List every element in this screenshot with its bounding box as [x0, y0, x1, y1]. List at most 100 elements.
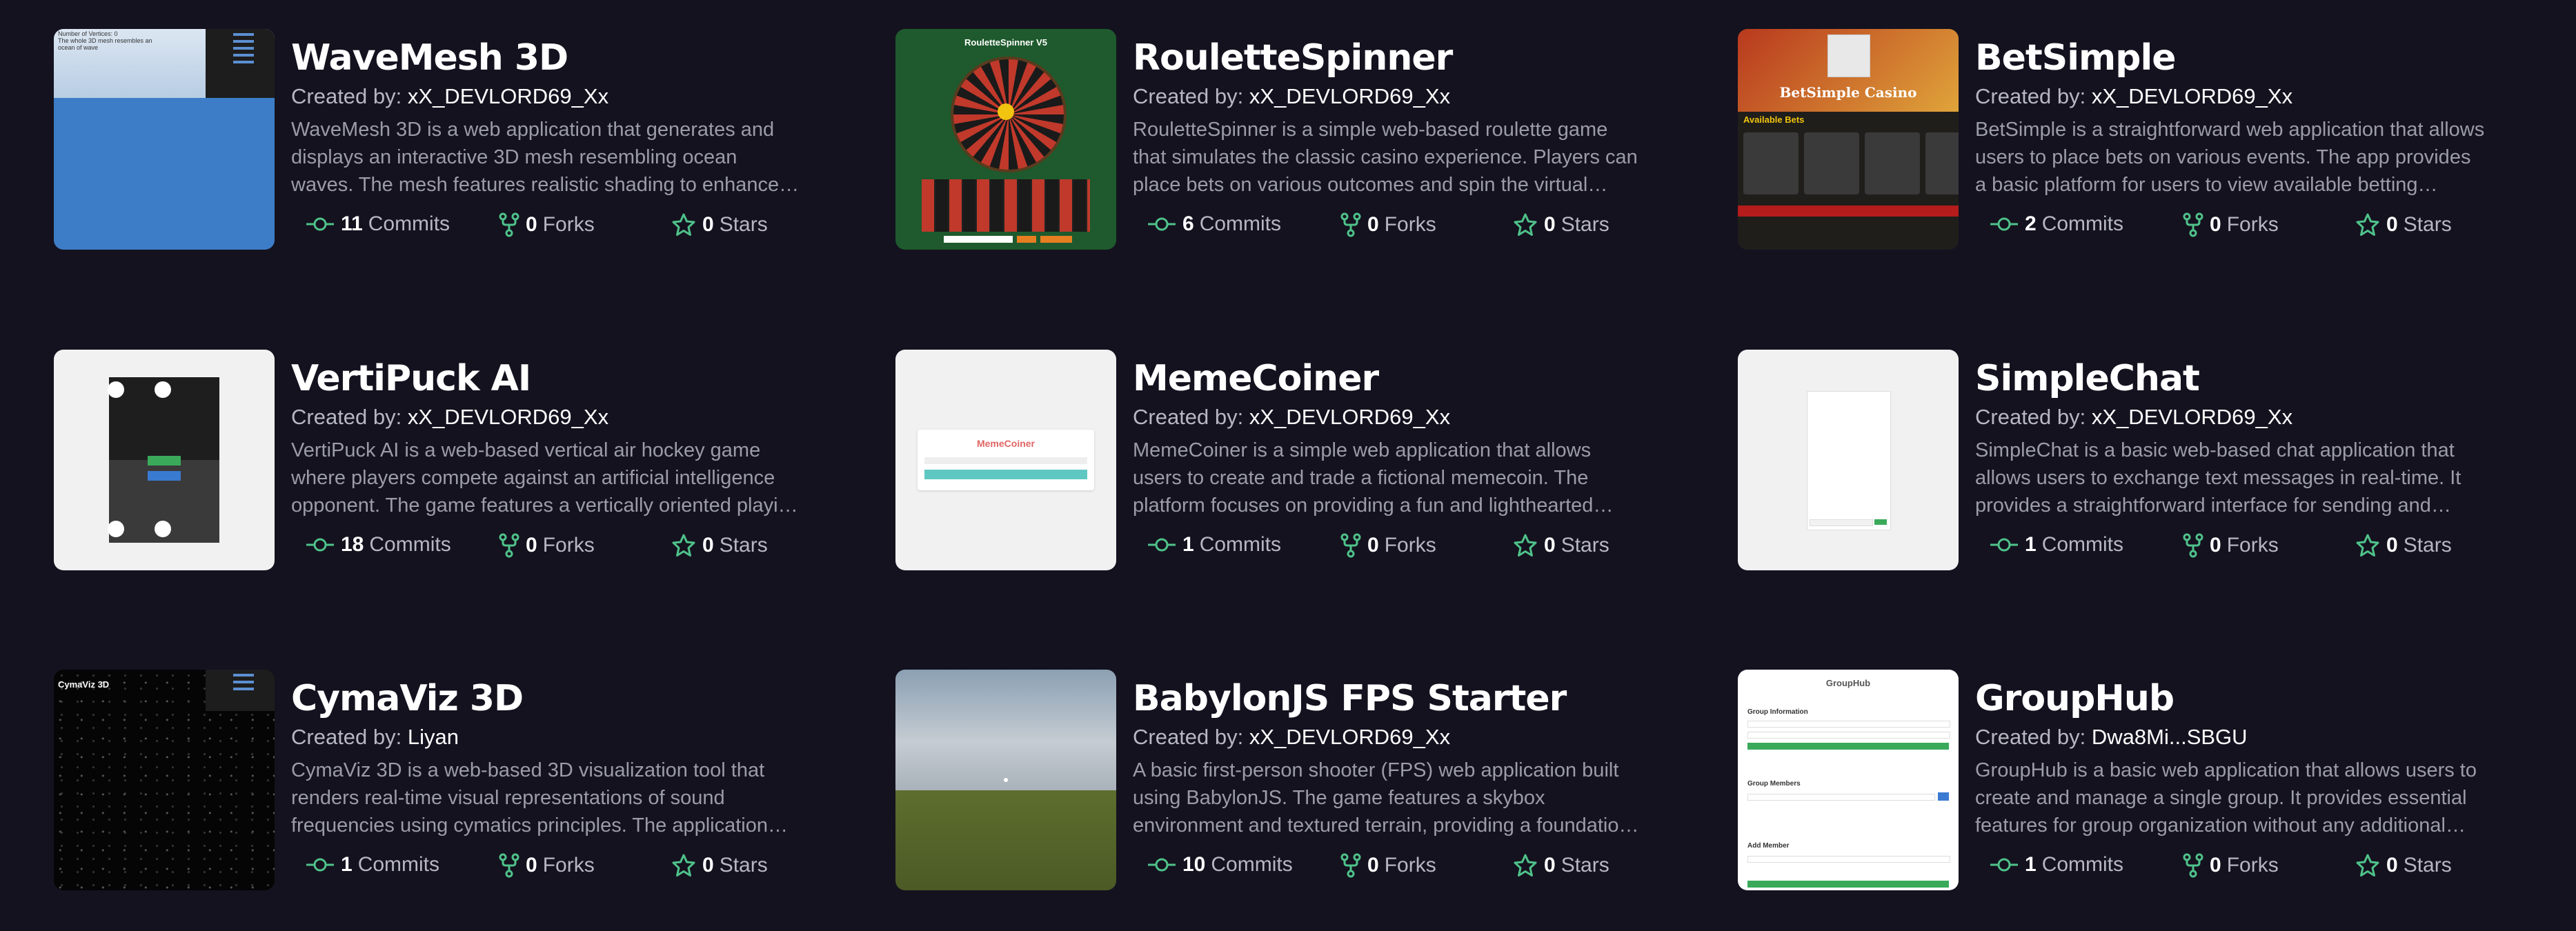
commit-icon — [1148, 858, 1176, 872]
project-card[interactable]: MemeCoiner MemeCoiner Created by: xX_DEV… — [895, 350, 1689, 572]
stars-stat[interactable]: 0 Stars — [671, 212, 768, 237]
roulette-board — [922, 179, 1090, 232]
project-thumbnail[interactable] — [895, 670, 1116, 890]
forks-count: 0 — [1367, 213, 1379, 236]
creator-name[interactable]: xX_DEVLORD69_Xx — [2092, 405, 2292, 429]
project-thumbnail[interactable]: MemeCoiner — [895, 350, 1116, 570]
project-creator: Created by: Liyan — [291, 723, 843, 751]
commits-count: 10 — [1182, 853, 1206, 876]
thumbnail-alert-bar — [1738, 206, 1959, 217]
project-title[interactable]: BetSimple — [1975, 36, 2527, 80]
commits-stat[interactable]: 18 Commits — [305, 533, 451, 557]
forks-stat[interactable]: 0 Forks — [2182, 212, 2279, 237]
stars-label: Stars — [2403, 213, 2452, 236]
project-description: SimpleChat is a basic web-based chat app… — [1975, 439, 2461, 517]
stars-stat[interactable]: 0 Stars — [2355, 853, 2452, 878]
stars-count: 0 — [1544, 213, 1556, 236]
commits-stat[interactable]: 1 Commits — [1147, 533, 1281, 557]
created-by-label: Created by: — [291, 725, 402, 749]
project-card[interactable]: BetSimple Casino Available Bets BetSimpl… — [1738, 29, 2531, 251]
project-thumbnail[interactable]: CymaViz 3D — [54, 670, 275, 890]
project-card[interactable]: SimpleChat Created by: xX_DEVLORD69_Xx S… — [1738, 350, 2531, 572]
stars-stat[interactable]: 0 Stars — [671, 533, 768, 558]
creator-name[interactable]: Liyan — [408, 725, 459, 749]
created-by-label: Created by: — [1133, 725, 1244, 749]
creator-name[interactable]: xX_DEVLORD69_Xx — [408, 84, 608, 108]
thumbnail-button — [1747, 743, 1949, 750]
project-title[interactable]: GroupHub — [1975, 677, 2527, 721]
project-card[interactable]: RouletteSpinner V5 RouletteSpinner Creat… — [895, 29, 1689, 251]
forks-stat[interactable]: 0 Forks — [1340, 533, 1436, 558]
project-description: WaveMesh 3D is a web application that ge… — [291, 119, 780, 196]
thumbnail-control-panel — [206, 29, 275, 98]
forks-label: Forks — [542, 213, 595, 236]
commits-label: Commits — [368, 212, 450, 235]
forks-count: 0 — [1367, 534, 1379, 557]
commits-label: Commits — [1199, 212, 1282, 235]
project-thumbnail[interactable]: RouletteSpinner V5 — [895, 29, 1116, 250]
project-title[interactable]: CymaViz 3D — [291, 677, 843, 721]
creator-name[interactable]: xX_DEVLORD69_Xx — [1249, 725, 1450, 749]
stars-stat[interactable]: 0 Stars — [1512, 853, 1609, 878]
stars-stat[interactable]: 0 Stars — [1512, 212, 1609, 237]
forks-stat[interactable]: 0 Forks — [1340, 212, 1436, 237]
project-card[interactable]: Number of Vertices: 0 The whole 3D mesh … — [54, 29, 847, 251]
commits-stat[interactable]: 1 Commits — [305, 853, 439, 877]
forks-stat[interactable]: 0 Forks — [1340, 853, 1436, 878]
project-thumbnail[interactable]: Number of Vertices: 0 The whole 3D mesh … — [54, 29, 275, 250]
project-title[interactable]: MemeCoiner — [1133, 357, 1685, 401]
commits-stat[interactable]: 11 Commits — [305, 212, 450, 236]
thumbnail-input — [924, 457, 1087, 464]
forks-stat[interactable]: 0 Forks — [498, 533, 595, 558]
star-icon — [2356, 213, 2379, 236]
project-card[interactable]: CymaViz 3D CymaViz 3D Created by: Liyan … — [54, 670, 847, 892]
project-grid: Number of Vertices: 0 The whole 3D mesh … — [0, 0, 2576, 931]
project-thumbnail[interactable]: GroupHub Group Information Group Members… — [1738, 670, 1959, 890]
stars-count: 0 — [702, 213, 714, 236]
creator-name[interactable]: xX_DEVLORD69_Xx — [408, 405, 608, 429]
project-info: VertiPuck AI Created by: xX_DEVLORD69_Xx… — [291, 350, 843, 519]
stars-stat[interactable]: 0 Stars — [2355, 533, 2452, 558]
project-title[interactable]: WaveMesh 3D — [291, 36, 843, 80]
project-thumbnail[interactable] — [1738, 350, 1959, 570]
project-title[interactable]: VertiPuck AI — [291, 357, 843, 401]
commits-stat[interactable]: 6 Commits — [1147, 212, 1281, 236]
project-stats: 1 Commits 0 Forks 0 Stars — [1147, 533, 1671, 563]
creator-name[interactable]: xX_DEVLORD69_Xx — [2092, 84, 2292, 108]
thumbnail-button — [148, 471, 181, 481]
project-title[interactable]: BabylonJS FPS Starter — [1133, 677, 1685, 721]
forks-stat[interactable]: 0 Forks — [2182, 533, 2279, 558]
stars-stat[interactable]: 0 Stars — [2355, 212, 2452, 237]
creator-name[interactable]: xX_DEVLORD69_Xx — [1249, 405, 1450, 429]
stars-stat[interactable]: 0 Stars — [1512, 533, 1609, 558]
forks-stat[interactable]: 0 Forks — [2182, 853, 2279, 878]
forks-count: 0 — [526, 213, 537, 236]
thumbnail-chat-window — [1807, 391, 1891, 530]
forks-stat[interactable]: 0 Forks — [498, 853, 595, 878]
project-thumbnail[interactable]: BetSimple Casino Available Bets — [1738, 29, 1959, 250]
forks-count: 0 — [526, 534, 537, 557]
forks-label: Forks — [542, 854, 595, 877]
creator-name[interactable]: xX_DEVLORD69_Xx — [1249, 84, 1450, 108]
puck — [155, 521, 171, 537]
project-card[interactable]: VertiPuck AI Created by: xX_DEVLORD69_Xx… — [54, 350, 847, 572]
forks-stat[interactable]: 0 Forks — [498, 212, 595, 237]
commits-stat[interactable]: 2 Commits — [1989, 212, 2123, 236]
thumbnail-button — [1938, 792, 1949, 801]
stars-stat[interactable]: 0 Stars — [671, 853, 768, 878]
commits-stat[interactable]: 1 Commits — [1989, 853, 2123, 877]
project-card[interactable]: BabylonJS FPS Starter Created by: xX_DEV… — [895, 670, 1689, 892]
created-by-label: Created by: — [1975, 405, 2086, 429]
project-title[interactable]: SimpleChat — [1975, 357, 2527, 401]
commit-icon — [1990, 538, 2018, 552]
project-card[interactable]: GroupHub Group Information Group Members… — [1738, 670, 2531, 892]
project-thumbnail[interactable] — [54, 350, 275, 570]
commits-stat[interactable]: 1 Commits — [1989, 533, 2123, 557]
thumbnail-button — [1874, 519, 1887, 525]
created-by-label: Created by: — [1133, 405, 1244, 429]
stars-label: Stars — [719, 854, 768, 877]
thumbnail-input — [1747, 794, 1935, 801]
project-title[interactable]: RouletteSpinner — [1133, 36, 1685, 80]
commits-stat[interactable]: 10 Commits — [1147, 853, 1293, 877]
creator-name[interactable]: Dwa8Mi...SBGU — [2092, 725, 2248, 749]
